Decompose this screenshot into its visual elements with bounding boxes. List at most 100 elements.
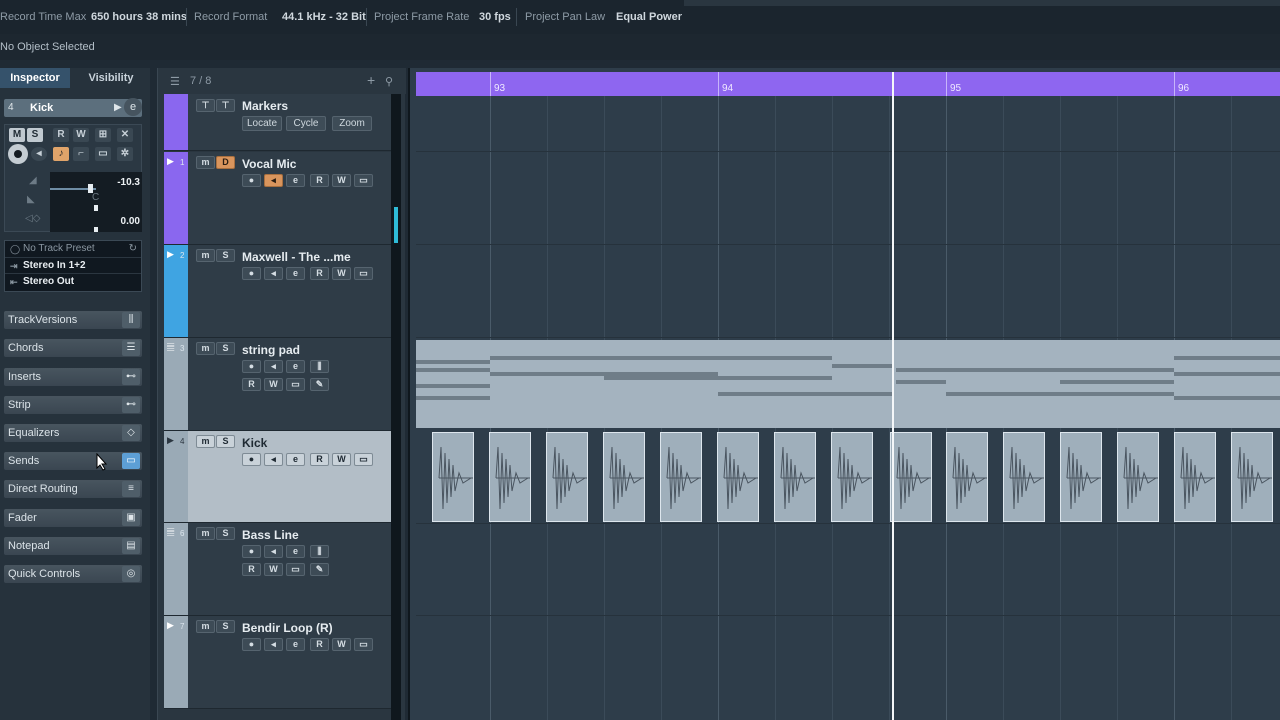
- read-automation-button[interactable]: R: [310, 174, 329, 187]
- lanes-button[interactable]: ▭: [354, 174, 373, 187]
- write-automation-button[interactable]: W: [73, 128, 89, 142]
- solo-button[interactable]: S: [216, 620, 235, 633]
- edit-channel-button[interactable]: e: [286, 453, 305, 466]
- expand-icon[interactable]: ▶: [167, 156, 174, 167]
- mute-button[interactable]: M: [9, 128, 25, 142]
- section-notepad[interactable]: Notepad ▤: [4, 537, 142, 555]
- track-bass-line[interactable]: 𝄚 6 m S Bass Line ● ◂ e ⫼ R W ▭ ✎: [164, 523, 392, 616]
- track-vocal-mic[interactable]: ▶ 1 m D Vocal Mic ● ◂ e R W ▭: [164, 152, 392, 245]
- lanes-button[interactable]: ▭: [354, 267, 373, 280]
- record-enable-button[interactable]: [8, 144, 28, 164]
- read-automation-button[interactable]: R: [242, 378, 261, 391]
- instrument-icon[interactable]: ⫼: [310, 545, 329, 558]
- track-list-menu-icon[interactable]: ☰: [170, 75, 180, 88]
- audio-event-kick[interactable]: [660, 432, 702, 522]
- edit-channel-button[interactable]: e: [286, 267, 305, 280]
- audio-event-kick[interactable]: [1117, 432, 1159, 522]
- write-automation-button[interactable]: W: [332, 638, 351, 651]
- edit-channel-button[interactable]: e: [286, 174, 305, 187]
- track-preset[interactable]: ◯ No Track Preset ↻: [5, 241, 141, 257]
- write-automation-button[interactable]: W: [332, 453, 351, 466]
- zoom-button[interactable]: Zoom: [332, 116, 372, 131]
- track-maxwell[interactable]: ▶ 2 m S Maxwell - The ...me ● ◂ e R W ▭: [164, 245, 392, 338]
- write-automation-button[interactable]: W: [332, 174, 351, 187]
- refresh-icon[interactable]: ↻: [129, 241, 137, 257]
- section-chords[interactable]: Chords ☰: [4, 339, 142, 357]
- record-enable-button[interactable]: ●: [242, 638, 261, 651]
- record-format-value[interactable]: 44.1 kHz - 32 Bit: [282, 11, 366, 23]
- inspector-track-name[interactable]: 4 Kick ▶: [4, 99, 142, 117]
- record-enable-button[interactable]: ●: [242, 453, 261, 466]
- mute-button[interactable]: m: [196, 620, 215, 633]
- monitor-button[interactable]: ◂: [264, 638, 283, 651]
- edit-instrument-button[interactable]: e: [286, 360, 305, 373]
- output-routing[interactable]: ⇤ Stereo Out: [5, 273, 141, 289]
- freeze-button[interactable]: ⊞: [95, 128, 111, 142]
- audio-event-kick[interactable]: [831, 432, 873, 522]
- bypass-button[interactable]: ✕: [117, 128, 133, 142]
- read-automation-button[interactable]: R: [310, 267, 329, 280]
- edit-instrument-button[interactable]: e: [286, 545, 305, 558]
- read-automation-button[interactable]: R: [310, 453, 329, 466]
- track-bendir-loop[interactable]: ▶ 7 m S Bendir Loop (R) ● ◂ e R W ▭: [164, 616, 392, 709]
- lanes-button[interactable]: ▭: [286, 378, 305, 391]
- marker-option2-icon[interactable]: ⊤: [216, 99, 235, 112]
- mute-button[interactable]: m: [196, 249, 215, 262]
- edit-channel-button[interactable]: e: [286, 638, 305, 651]
- audio-event-kick[interactable]: [717, 432, 759, 522]
- read-automation-button[interactable]: R: [310, 638, 329, 651]
- pan-handle[interactable]: [94, 205, 98, 211]
- lock-button[interactable]: ⌐: [73, 147, 89, 161]
- track-name[interactable]: Maxwell - The ...me: [242, 250, 351, 264]
- section-sends[interactable]: Sends ▭: [4, 452, 142, 470]
- audio-event-kick[interactable]: [890, 432, 932, 522]
- volume-value[interactable]: -10.3: [117, 177, 140, 188]
- audio-event-kick[interactable]: [1174, 432, 1216, 522]
- add-track-icon[interactable]: +: [367, 72, 375, 88]
- solo-button[interactable]: S: [216, 342, 235, 355]
- playhead-cursor[interactable]: [892, 72, 894, 720]
- mute-button[interactable]: m: [196, 342, 215, 355]
- monitor-button[interactable]: ◂: [264, 267, 283, 280]
- time-base-button[interactable]: ♪: [53, 147, 69, 161]
- mute-button[interactable]: m: [196, 435, 215, 448]
- edit-channel-icon[interactable]: e: [124, 98, 142, 116]
- locate-button[interactable]: Locate: [242, 116, 282, 131]
- lanes-button[interactable]: ▭: [354, 453, 373, 466]
- monitor-button[interactable]: ◂: [264, 453, 283, 466]
- track-name[interactable]: Bass Line: [242, 528, 299, 542]
- audio-event-kick[interactable]: [603, 432, 645, 522]
- mute-button[interactable]: m: [196, 156, 215, 169]
- solo-button[interactable]: S: [216, 249, 235, 262]
- pan-law-value[interactable]: Equal Power: [616, 11, 682, 23]
- section-quick-controls[interactable]: Quick Controls ◎: [4, 565, 142, 583]
- tab-inspector[interactable]: Inspector: [0, 68, 70, 88]
- section-fader[interactable]: Fader ▣: [4, 509, 142, 527]
- track-name[interactable]: string pad: [242, 343, 300, 357]
- track-kick[interactable]: ▶ 4 m S Kick ● ◂ e R W ▭: [164, 431, 392, 523]
- input-routing[interactable]: ⇥ Stereo In 1+2: [5, 257, 141, 273]
- read-automation-button[interactable]: R: [53, 128, 69, 142]
- write-automation-button[interactable]: W: [264, 563, 283, 576]
- record-enable-button[interactable]: ●: [242, 545, 261, 558]
- record-enable-button[interactable]: ●: [242, 174, 261, 187]
- settings-icon[interactable]: ✲: [117, 147, 133, 161]
- monitor-button[interactable]: ◂: [31, 147, 47, 161]
- cycle-button[interactable]: Cycle: [286, 116, 326, 131]
- section-direct-routing[interactable]: Direct Routing ≡: [4, 480, 142, 498]
- lanes-button[interactable]: ▭: [286, 563, 305, 576]
- tab-visibility[interactable]: Visibility: [72, 68, 150, 88]
- midi-icon[interactable]: 𝄚: [167, 527, 174, 538]
- top-scrollbar[interactable]: [684, 0, 1280, 6]
- expand-icon[interactable]: ▶: [167, 249, 174, 260]
- track-color-strip[interactable]: [164, 94, 188, 150]
- audio-event-kick[interactable]: [489, 432, 531, 522]
- delay-value[interactable]: 0.00: [121, 216, 140, 227]
- read-automation-button[interactable]: R: [242, 563, 261, 576]
- expand-icon[interactable]: ▶: [167, 620, 174, 631]
- solo-defeat-button[interactable]: D: [216, 156, 235, 169]
- midi-icon[interactable]: 𝄚: [167, 342, 174, 353]
- track-list-scrollbar[interactable]: [391, 94, 401, 720]
- record-enable-button[interactable]: ●: [242, 267, 261, 280]
- delay-handle[interactable]: [94, 227, 98, 232]
